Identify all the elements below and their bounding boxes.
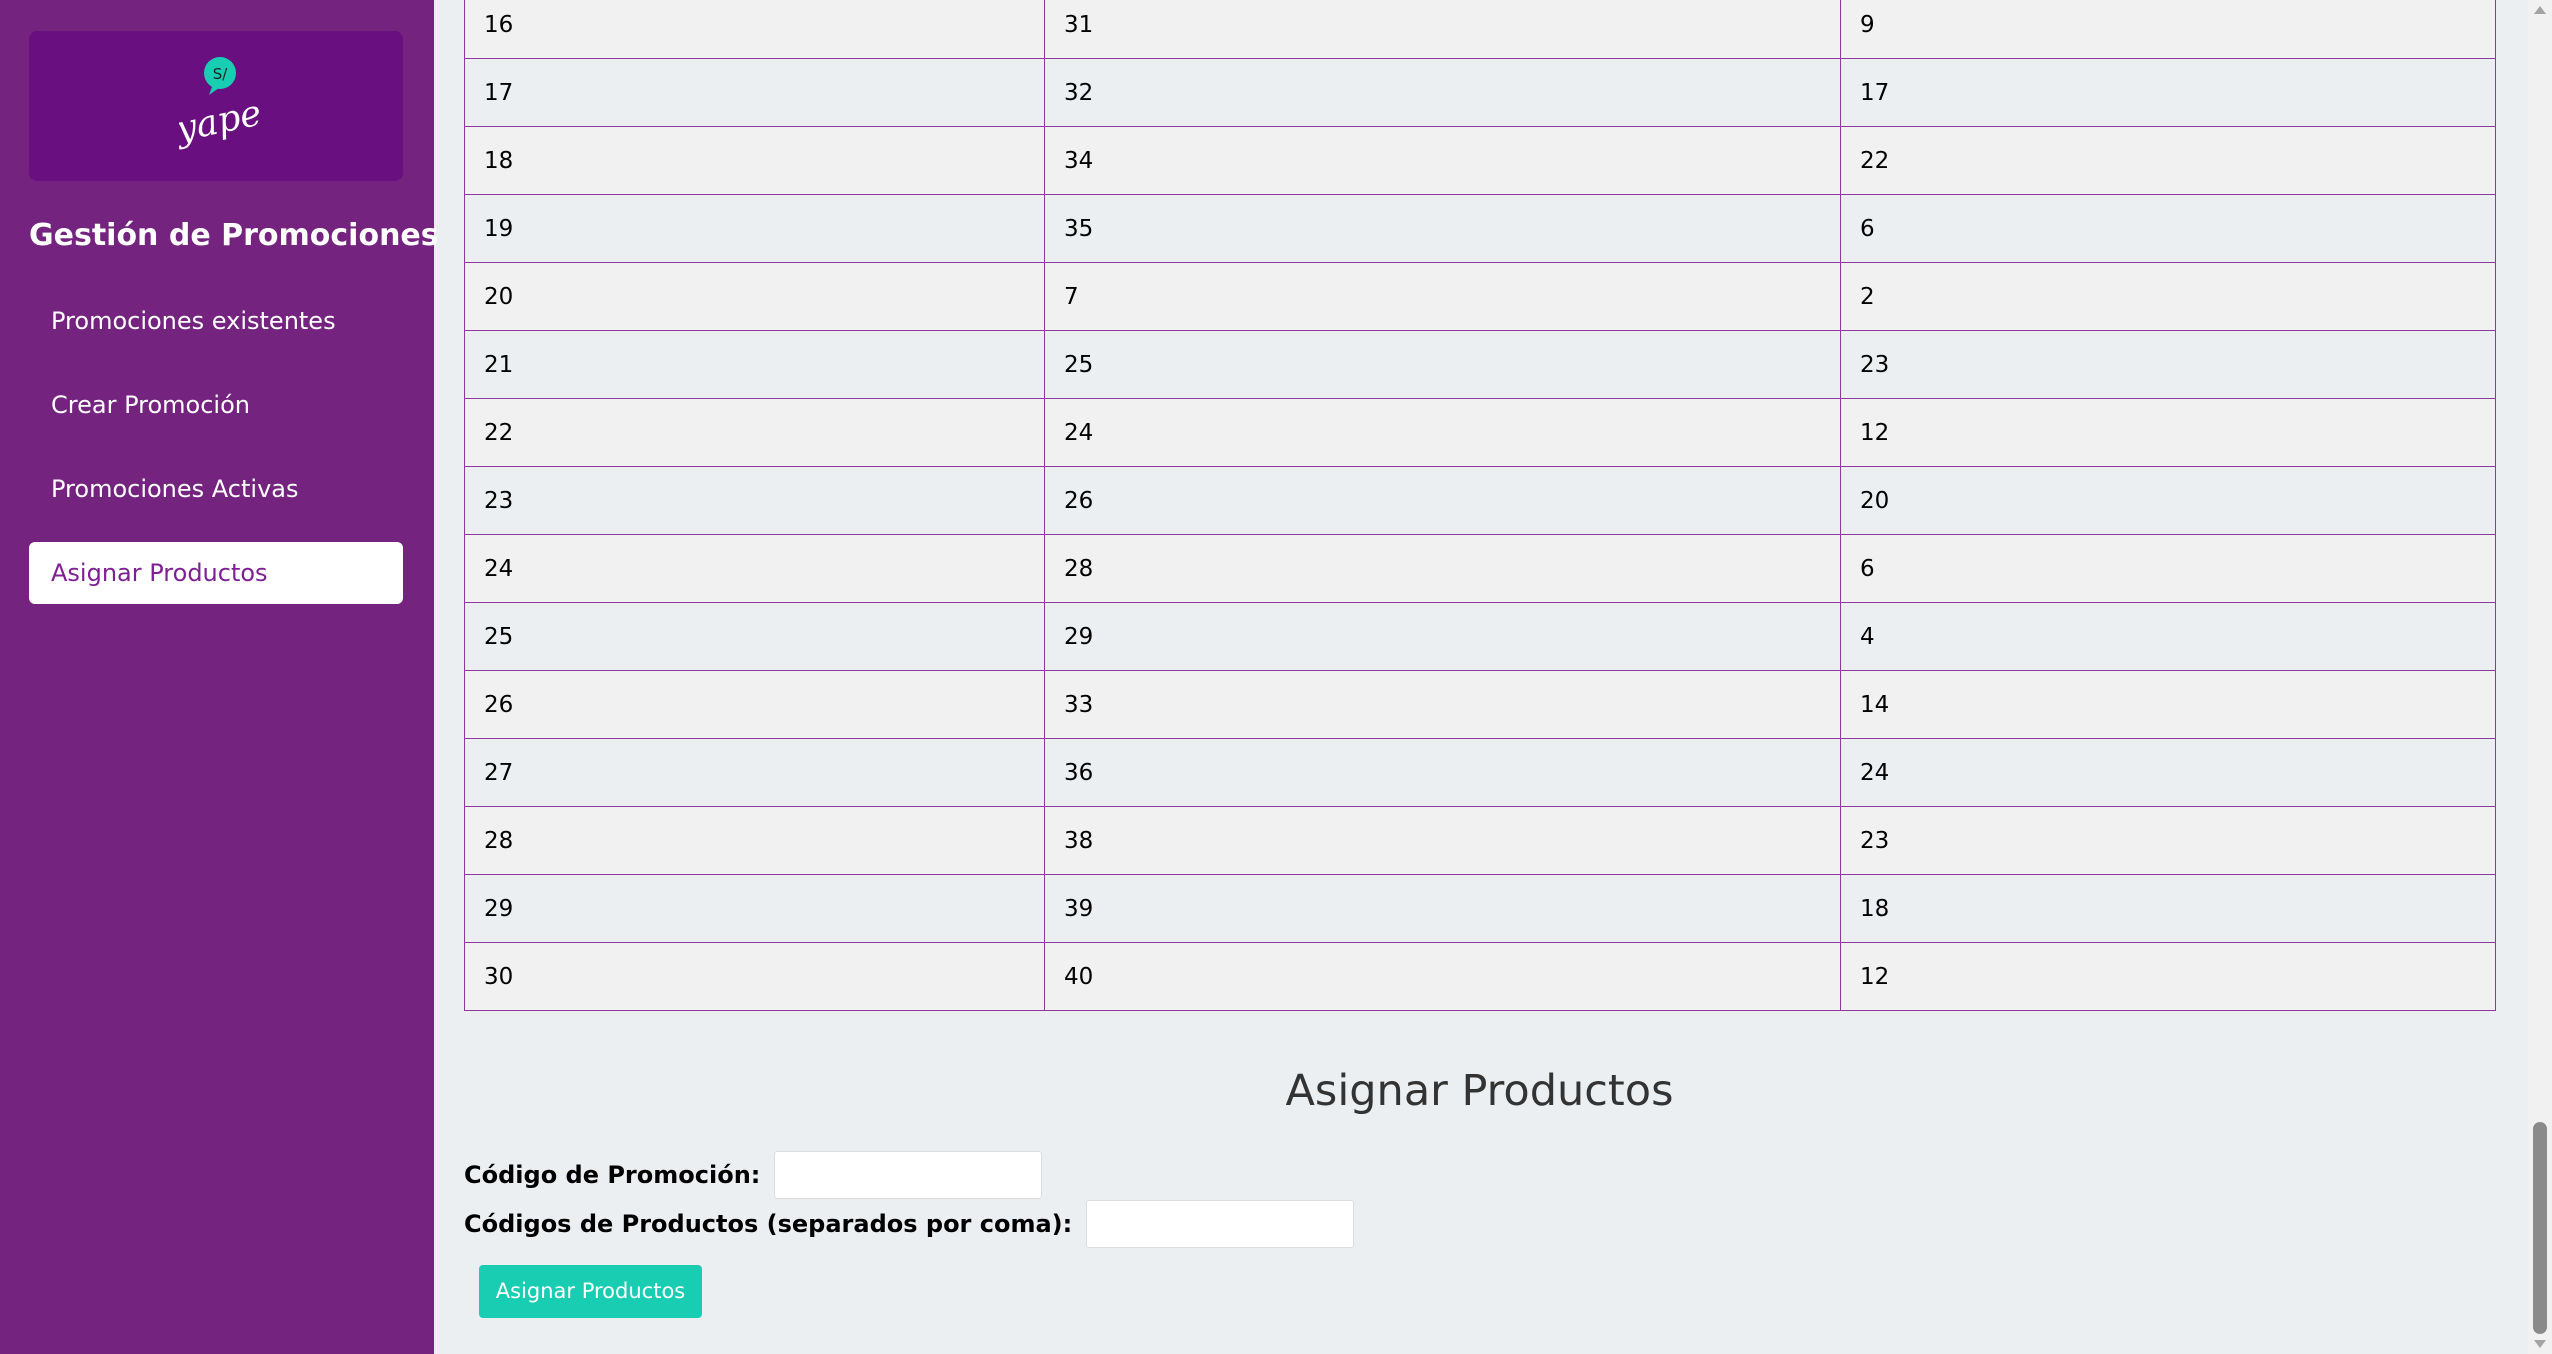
sidebar: S/ yape Gestión de Promociones Promocion… <box>0 0 439 1354</box>
scroll-down-arrow-icon[interactable] <box>2534 1340 2546 1348</box>
table-row: 25 29 4 <box>464 602 2496 671</box>
table-cell: 33 <box>1044 670 1841 739</box>
scroll-thumb[interactable] <box>2533 1122 2547 1334</box>
yape-logo-icon: S/ yape <box>179 57 259 151</box>
table-cell: 24 <box>1044 398 1841 467</box>
table-cell: 34 <box>1044 126 1841 195</box>
table-row: 30 40 12 <box>464 942 2496 1011</box>
table-row: 20 7 2 <box>464 262 2496 331</box>
table-cell: 26 <box>1044 466 1841 535</box>
table-row: 16 31 9 <box>464 0 2496 59</box>
table-row: 19 35 6 <box>464 194 2496 263</box>
table-cell: 32 <box>1044 58 1841 127</box>
promo-code-row: Código de Promoción: <box>464 1151 1043 1199</box>
table-cell: 18 <box>1840 874 2496 943</box>
table-cell: 23 <box>1840 806 2496 875</box>
products-table: 16 31 9 17 32 17 18 34 22 19 35 6 20 7 2 21 25 23 22 24 12 23… <box>464 0 2496 1011</box>
product-codes-label: Códigos de Productos (separados por coma… <box>464 1210 1073 1238</box>
table-cell: 27 <box>464 738 1045 807</box>
table-cell: 9 <box>1840 0 2496 59</box>
table-cell: 4 <box>1840 602 2496 671</box>
table-row: 29 39 18 <box>464 874 2496 943</box>
table-cell: 26 <box>464 670 1045 739</box>
table-row: 27 36 24 <box>464 738 2496 807</box>
logo[interactable]: S/ yape <box>29 31 403 181</box>
table-cell: 18 <box>464 126 1045 195</box>
table-cell: 19 <box>464 194 1045 263</box>
table-cell: 22 <box>1840 126 2496 195</box>
vertical-scrollbar[interactable] <box>2528 0 2552 1354</box>
table-cell: 23 <box>1840 330 2496 399</box>
product-codes-row: Códigos de Productos (separados por coma… <box>464 1200 1355 1248</box>
table-cell: 14 <box>1840 670 2496 739</box>
sidebar-item-promociones-existentes[interactable]: Promociones existentes <box>29 290 403 352</box>
table-row: 17 32 17 <box>464 58 2496 127</box>
table-row: 26 33 14 <box>464 670 2496 739</box>
table-cell: 35 <box>1044 194 1841 263</box>
table-row: 23 26 20 <box>464 466 2496 535</box>
table-row: 21 25 23 <box>464 330 2496 399</box>
logo-badge-text: S/ <box>213 65 229 83</box>
main-content: 16 31 9 17 32 17 18 34 22 19 35 6 20 7 2 21 25 23 22 24 12 23… <box>434 0 2528 1354</box>
sidebar-title: Gestión de Promociones <box>29 218 439 253</box>
sidebar-item-promociones-activas[interactable]: Promociones Activas <box>29 458 403 520</box>
table-cell: 39 <box>1044 874 1841 943</box>
product-codes-input[interactable] <box>1086 1200 1355 1248</box>
table-cell: 30 <box>464 942 1045 1011</box>
table-cell: 29 <box>1044 602 1841 671</box>
table-cell: 31 <box>1044 0 1841 59</box>
table-cell: 20 <box>1840 466 2496 535</box>
table-row: 28 38 23 <box>464 806 2496 875</box>
table-cell: 7 <box>1044 262 1841 331</box>
table-cell: 25 <box>464 602 1045 671</box>
table-cell: 24 <box>1840 738 2496 807</box>
table-cell: 28 <box>1044 534 1841 603</box>
table-cell: 6 <box>1840 534 2496 603</box>
table-row: 22 24 12 <box>464 398 2496 467</box>
table-row: 24 28 6 <box>464 534 2496 603</box>
assign-products-button[interactable]: Asignar Productos <box>479 1265 702 1318</box>
table-cell: 17 <box>464 58 1045 127</box>
table-cell: 29 <box>464 874 1045 943</box>
table-cell: 28 <box>464 806 1045 875</box>
table-cell: 2 <box>1840 262 2496 331</box>
promo-code-label: Código de Promoción: <box>464 1161 761 1189</box>
table-cell: 12 <box>1840 398 2496 467</box>
table-cell: 16 <box>464 0 1045 59</box>
table-cell: 22 <box>464 398 1045 467</box>
sidebar-item-asignar-productos[interactable]: Asignar Productos <box>29 542 403 604</box>
form-title: Asignar Productos <box>1285 1066 1674 1116</box>
scroll-up-arrow-icon[interactable] <box>2534 6 2546 14</box>
logo-wordmark: yape <box>179 93 259 151</box>
table-cell: 25 <box>1044 330 1841 399</box>
table-cell: 6 <box>1840 194 2496 263</box>
table-row: 18 34 22 <box>464 126 2496 195</box>
table-cell: 23 <box>464 466 1045 535</box>
table-cell: 36 <box>1044 738 1841 807</box>
sidebar-item-crear-promocion[interactable]: Crear Promoción <box>29 374 403 436</box>
promo-code-input[interactable] <box>774 1151 1043 1199</box>
table-cell: 17 <box>1840 58 2496 127</box>
table-cell: 40 <box>1044 942 1841 1011</box>
table-cell: 20 <box>464 262 1045 331</box>
table-cell: 21 <box>464 330 1045 399</box>
table-cell: 12 <box>1840 942 2496 1011</box>
table-cell: 38 <box>1044 806 1841 875</box>
table-cell: 24 <box>464 534 1045 603</box>
